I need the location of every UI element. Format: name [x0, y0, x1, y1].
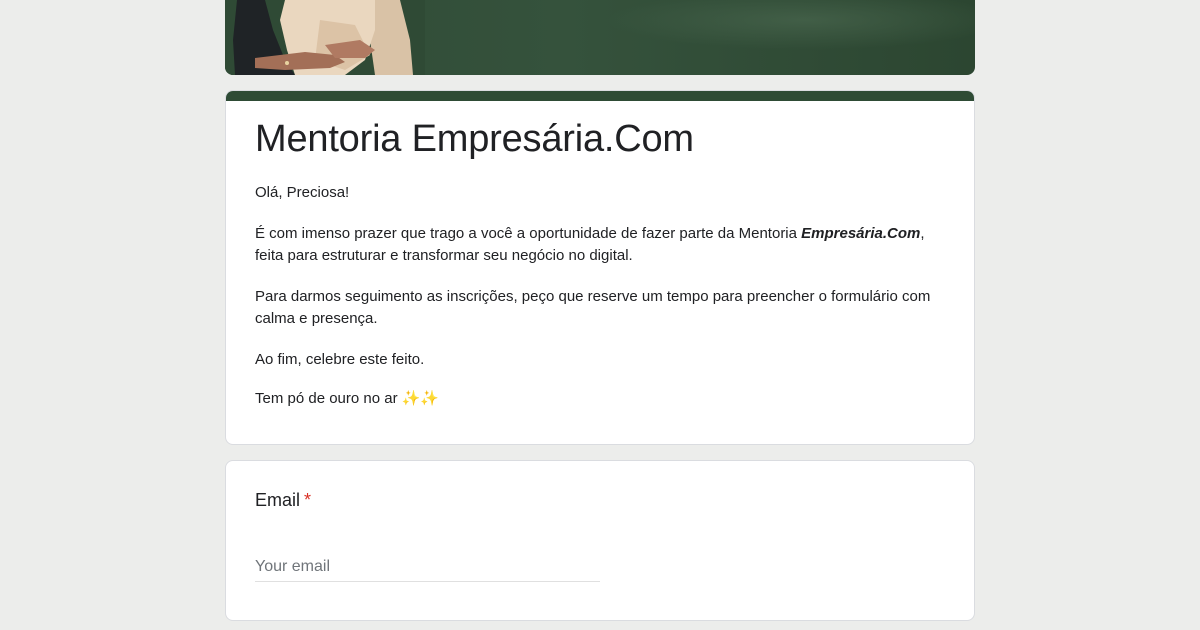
header-banner	[225, 0, 975, 75]
description-text: É com imenso prazer que trago a você a o…	[255, 225, 802, 242]
form-description-paragraph-1: É com imenso prazer que trago a você a o…	[255, 223, 935, 267]
form-description-paragraph-3: Ao fim, celebre este feito.	[255, 351, 425, 368]
question-label: Email	[255, 490, 301, 510]
banner-person-image	[225, 0, 425, 75]
form-description-paragraph-4: Tem pó de ouro no ar ✨✨	[255, 390, 440, 407]
email-input[interactable]	[255, 553, 600, 582]
question-title-email: Email *	[255, 490, 311, 511]
form-description-paragraph-2: Para darmos seguimento as inscrições, pe…	[255, 288, 931, 327]
banner-light	[605, 0, 975, 50]
description-emphasis: Empresária.Com	[801, 225, 921, 242]
question-card-email	[225, 460, 975, 621]
form-description-greeting: Olá, Preciosa!	[255, 184, 350, 201]
required-asterisk: *	[304, 490, 312, 510]
theme-accent-bar	[226, 91, 974, 101]
form-title: Mentoria Empresária.Com	[255, 118, 694, 160]
